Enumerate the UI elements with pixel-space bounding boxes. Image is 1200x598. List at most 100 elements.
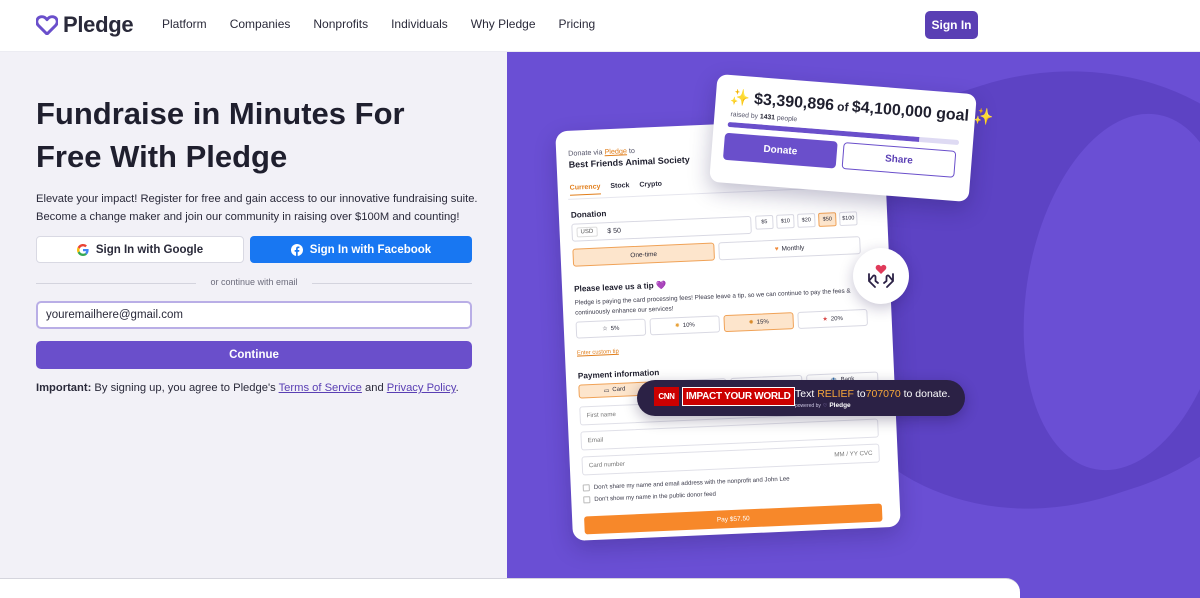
red-star-icon: ★ bbox=[822, 316, 829, 323]
checkbox[interactable] bbox=[583, 496, 591, 504]
share-info-label: Don't share my name and email address wi… bbox=[593, 475, 790, 492]
terms-prefix: Important: bbox=[36, 382, 92, 394]
google-icon bbox=[76, 243, 89, 256]
top-nav: Pledge Platform Companies Nonprofits Ind… bbox=[0, 0, 1200, 52]
terms-and: and bbox=[361, 382, 387, 394]
nav-sign-in-button[interactable]: Sign In bbox=[925, 11, 978, 39]
amount-presets: $5 $10 $20 $50 $100 bbox=[755, 211, 858, 230]
share-button[interactable]: Share bbox=[841, 142, 957, 178]
one-time-option[interactable]: One-time bbox=[572, 242, 715, 267]
hands-heart-icon bbox=[868, 264, 894, 288]
preset-50[interactable]: $50 bbox=[818, 212, 837, 227]
monthly-option[interactable]: ♥ Monthly bbox=[718, 236, 861, 261]
tab-currency[interactable]: Currency bbox=[569, 183, 601, 196]
sparkle-icon: ✨ bbox=[972, 108, 994, 127]
text-prefix: Text bbox=[795, 388, 818, 400]
preset-5[interactable]: $5 bbox=[755, 214, 774, 230]
tip-10-label: 10% bbox=[682, 321, 695, 329]
small-heart-logo-icon: ♡ bbox=[822, 402, 828, 409]
share-info-checkbox[interactable]: Don't share my name and email address wi… bbox=[582, 475, 790, 492]
payment-heading: Payment information bbox=[577, 368, 660, 381]
tab-stock[interactable]: Stock bbox=[610, 182, 630, 194]
hero-subtitle-line-1: Elevate your impact! Register for free a… bbox=[36, 193, 478, 205]
frequency-toggle: One-time ♥ Monthly bbox=[572, 236, 861, 267]
nav-pricing[interactable]: Pricing bbox=[559, 17, 596, 31]
tip-15-label: 15% bbox=[756, 318, 769, 326]
nav-individuals[interactable]: Individuals bbox=[391, 17, 448, 31]
terms-of-service-link[interactable]: Terms of Service bbox=[279, 382, 362, 394]
email-input[interactable] bbox=[36, 301, 472, 329]
preset-20[interactable]: $20 bbox=[797, 213, 816, 228]
google-button-label: Sign In with Google bbox=[95, 243, 204, 256]
sparkle-star-icon: ✸ bbox=[674, 323, 680, 330]
raised-by-suffix: people bbox=[774, 114, 798, 124]
tip-15[interactable]: ✹ 15% bbox=[723, 312, 795, 333]
monthly-heart-icon: ♥ bbox=[774, 245, 779, 253]
signup-panel: Fundraise in Minutes For Free With Pledg… bbox=[0, 52, 507, 598]
divider-line-right bbox=[312, 283, 472, 284]
donate-via-text: Donate via bbox=[567, 147, 605, 158]
terms-end: . bbox=[455, 382, 459, 394]
tip-heading: Please leave us a tip 💜 bbox=[573, 280, 667, 294]
raised-by-prefix: raised by bbox=[730, 111, 761, 121]
nav-platform[interactable]: Platform bbox=[162, 17, 207, 31]
facebook-sign-in-button[interactable]: Sign In with Facebook bbox=[250, 236, 472, 263]
facebook-icon bbox=[290, 243, 303, 256]
of-text: of bbox=[833, 99, 853, 115]
cnn-text-to-donate-badge: CNN IMPACT YOUR WORLD Text RELIEF to7070… bbox=[637, 380, 965, 416]
nav-why-pledge[interactable]: Why Pledge bbox=[471, 17, 536, 31]
preset-100[interactable]: $100 bbox=[839, 211, 858, 227]
donate-to-text: to bbox=[626, 145, 636, 156]
progress-amount: ✨ $3,390,896 of $4,100,000 goal ✨ bbox=[729, 87, 994, 128]
burst-icon: ✹ bbox=[748, 319, 754, 327]
public-feed-checkbox[interactable]: Don't show my name in the public donor f… bbox=[583, 491, 716, 504]
donate-via-line: Donate via Pledge to bbox=[568, 146, 635, 158]
star-icon: ☆ bbox=[602, 326, 608, 333]
donor-count: 1431 bbox=[759, 113, 776, 122]
cnn-logo: CNN bbox=[654, 387, 679, 406]
tip-20-label: 20% bbox=[830, 315, 843, 323]
nav-companies[interactable]: Companies bbox=[230, 17, 291, 31]
donor-count-line: raised by 1431 people bbox=[730, 111, 797, 123]
card-expiry-cvc: MM / YY CVC bbox=[834, 449, 873, 459]
powered-by-text: powered by bbox=[795, 402, 821, 409]
hero-subtitle: Elevate your impact! Register for free a… bbox=[36, 190, 486, 226]
divider-text: or continue with email bbox=[210, 277, 298, 287]
hero-title: Fundraise in Minutes For Free With Pledg… bbox=[36, 92, 476, 178]
keyword: RELIEF bbox=[817, 388, 854, 400]
tip-5-label: 5% bbox=[610, 325, 620, 332]
currency-select[interactable]: USD bbox=[576, 226, 598, 238]
powered-by-pledge: powered by ♡ Pledge bbox=[795, 402, 851, 409]
monthly-label: Monthly bbox=[781, 244, 805, 253]
preset-10[interactable]: $10 bbox=[776, 214, 795, 229]
donation-type-tabs: Currency Stock Crypto bbox=[569, 181, 663, 196]
bottom-section-edge bbox=[0, 578, 1020, 598]
pledge-logo[interactable]: Pledge bbox=[36, 12, 134, 38]
amount-value: $ 50 bbox=[607, 227, 622, 235]
amount-field[interactable]: USD $ 50 bbox=[571, 215, 752, 242]
text-to-donate-message: Text RELIEF to707070 to donate. bbox=[795, 388, 950, 400]
card-number-placeholder: Card number bbox=[588, 460, 626, 470]
privacy-policy-link[interactable]: Privacy Policy bbox=[387, 382, 456, 394]
brand-name: Pledge bbox=[63, 12, 134, 37]
checkbox[interactable] bbox=[582, 484, 590, 492]
to-text: to bbox=[853, 388, 866, 400]
tab-crypto[interactable]: Crypto bbox=[639, 181, 662, 193]
powered-brand: Pledge bbox=[829, 402, 851, 409]
impact-your-world-logo: IMPACT YOUR WORLD bbox=[682, 387, 795, 406]
nav-links: Platform Companies Nonprofits Individual… bbox=[162, 17, 595, 31]
terms-text: By signing up, you agree to Pledge's bbox=[91, 382, 279, 394]
continue-button[interactable]: Continue bbox=[36, 341, 472, 369]
nav-nonprofits[interactable]: Nonprofits bbox=[313, 17, 368, 31]
short-code: 707070 bbox=[865, 388, 901, 400]
tip-5[interactable]: ☆ 5% bbox=[575, 318, 647, 339]
hero-title-line-2: Free With Pledge bbox=[36, 139, 288, 174]
custom-tip-link[interactable]: Enter custom tip bbox=[577, 349, 619, 357]
one-time-label: One-time bbox=[630, 250, 658, 259]
donate-button[interactable]: Donate bbox=[722, 132, 838, 169]
tip-10[interactable]: ✸ 10% bbox=[649, 315, 721, 336]
tip-20[interactable]: ★ 20% bbox=[797, 308, 868, 329]
google-sign-in-button[interactable]: Sign In with Google bbox=[36, 236, 244, 263]
pledge-link[interactable]: Pledge bbox=[604, 146, 627, 156]
facebook-button-label: Sign In with Facebook bbox=[309, 243, 432, 256]
